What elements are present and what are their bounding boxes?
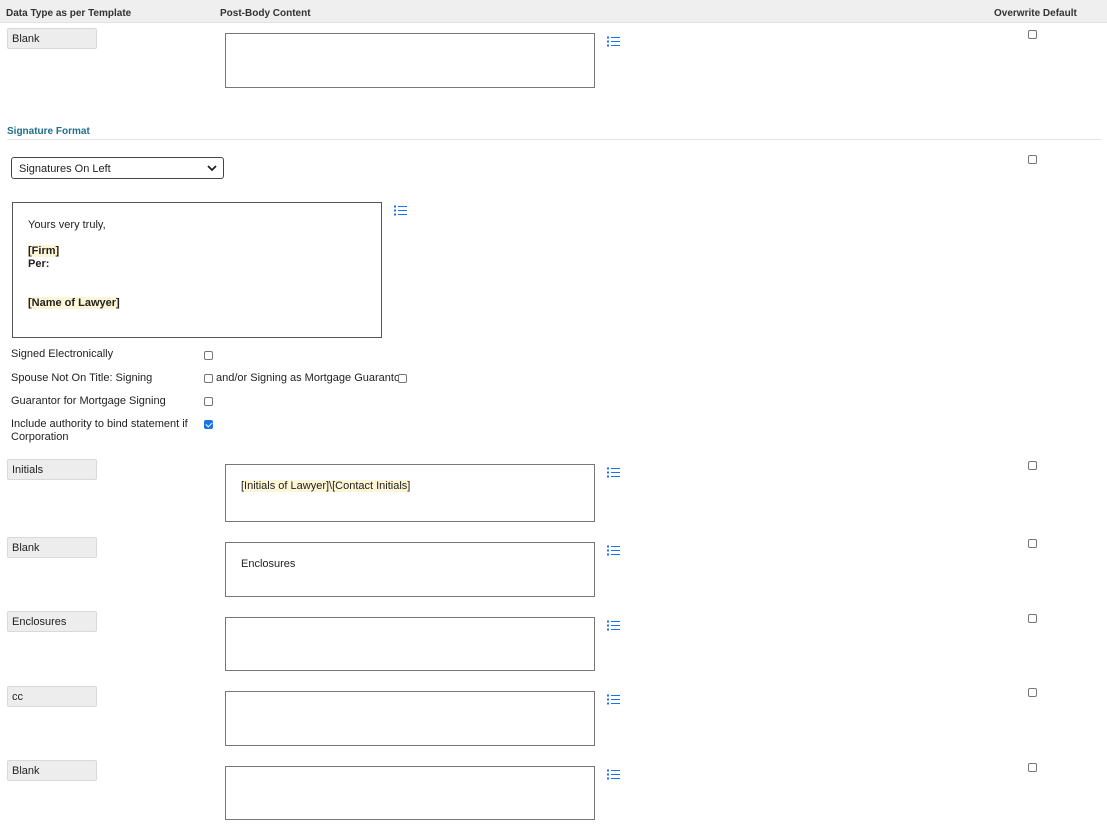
- data-type-field: Initials: [7, 459, 97, 480]
- section-divider: [7, 139, 1101, 140]
- data-type-field: Blank: [7, 537, 97, 558]
- data-type-field: Enclosures: [7, 611, 97, 632]
- post-body-content-box[interactable]: [225, 33, 595, 88]
- signature-closing: Yours very truly,: [28, 219, 106, 231]
- data-type-field: Blank: [7, 28, 97, 49]
- signature-format-selected: Signatures On Left: [19, 163, 111, 175]
- signature-format-select[interactable]: Signatures On Left: [11, 157, 224, 179]
- post-body-content-box[interactable]: [225, 691, 595, 746]
- overwrite-default-checkbox[interactable]: [1028, 30, 1037, 39]
- overwrite-default-checkbox[interactable]: [1028, 539, 1037, 548]
- overwrite-default-checkbox[interactable]: [1028, 461, 1037, 470]
- guarantor-mortgage-signing-label: Guarantor for Mortgage Signing: [11, 395, 166, 407]
- section-title-signature-format: Signature Format: [7, 126, 90, 137]
- data-type-field: cc: [7, 686, 97, 707]
- column-header-data-type: Data Type as per Template: [6, 8, 132, 19]
- list-bullets-icon[interactable]: [607, 467, 620, 478]
- list-bullets-icon[interactable]: [607, 36, 620, 47]
- overwrite-default-checkbox[interactable]: [1028, 155, 1037, 164]
- list-bullets-icon[interactable]: [394, 205, 407, 216]
- post-body-content-text: [Initials of Lawyer]\[Contact Initials]: [241, 480, 411, 492]
- list-bullets-icon[interactable]: [607, 694, 620, 705]
- signed-electronically-checkbox[interactable]: [204, 351, 213, 360]
- spouse-not-on-title-label: Spouse Not On Title: Signing: [11, 372, 153, 384]
- signature-block-editor[interactable]: Yours very truly, [Firm] Per: [Name of L…: [12, 202, 382, 338]
- post-body-content-box[interactable]: Enclosures: [225, 542, 595, 597]
- post-body-content-box[interactable]: [225, 766, 595, 820]
- mortgage-guarantor-checkbox[interactable]: [398, 374, 407, 383]
- post-body-content-text: Enclosures: [241, 558, 296, 570]
- column-header-overwrite: Overwrite Default: [994, 8, 1077, 19]
- list-bullets-icon[interactable]: [607, 769, 620, 780]
- overwrite-default-checkbox[interactable]: [1028, 763, 1037, 772]
- guarantor-mortgage-signing-checkbox[interactable]: [204, 397, 213, 406]
- table-header: Data Type as per Template Post-Body Cont…: [0, 0, 1107, 23]
- data-type-field: Blank: [7, 760, 97, 781]
- spouse-not-on-title-checkbox[interactable]: [204, 374, 213, 383]
- signature-lawyer-tag: [Name of Lawyer]: [28, 297, 120, 309]
- signature-firm-tag: [Firm]: [28, 245, 60, 257]
- column-header-post-body: Post-Body Content: [220, 8, 311, 19]
- mortgage-guarantor-label: and/or Signing as Mortgage Guarantor: [216, 372, 404, 384]
- include-authority-checkbox[interactable]: [204, 420, 213, 429]
- list-bullets-icon[interactable]: [607, 545, 620, 556]
- signed-electronically-label: Signed Electronically: [11, 348, 114, 360]
- post-body-content-box[interactable]: [Initials of Lawyer]\[Contact Initials]: [225, 464, 595, 522]
- signature-per: Per:: [28, 258, 50, 270]
- overwrite-default-checkbox[interactable]: [1028, 614, 1037, 623]
- list-bullets-icon[interactable]: [607, 620, 620, 631]
- include-authority-label: Include authority to bind statement if C…: [11, 418, 188, 443]
- chevron-down-icon: [207, 165, 217, 172]
- overwrite-default-checkbox[interactable]: [1028, 688, 1037, 697]
- post-body-content-box[interactable]: [225, 617, 595, 671]
